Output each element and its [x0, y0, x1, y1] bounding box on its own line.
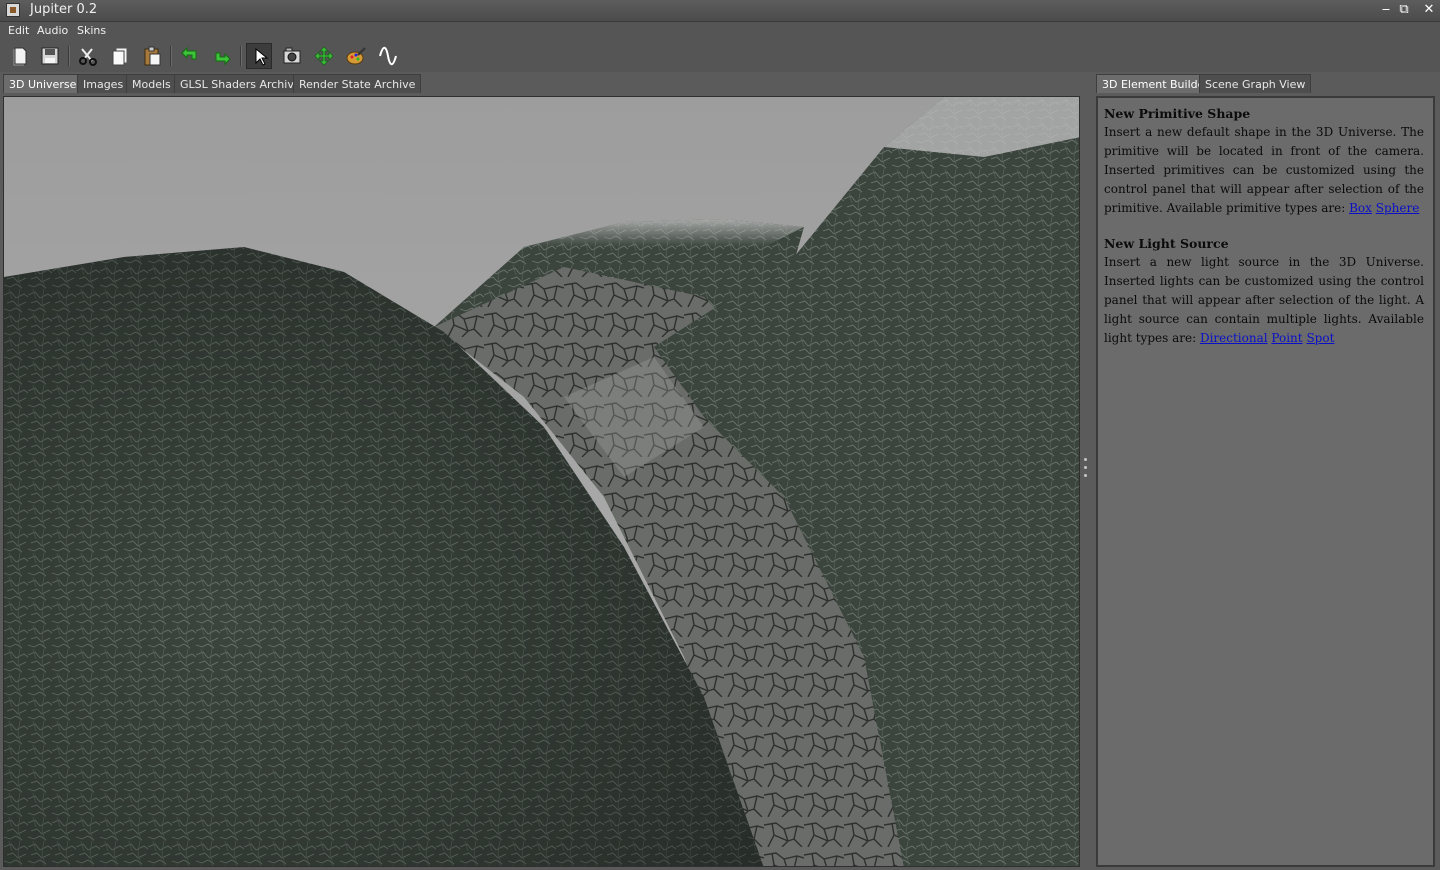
minimize-icon[interactable]: ‒ [1378, 2, 1394, 18]
copy-icon[interactable] [107, 43, 133, 69]
toolbar-separator [68, 46, 70, 66]
undo-icon[interactable] [177, 43, 203, 69]
menu-audio[interactable]: Audio [37, 24, 68, 37]
toolbar-separator [170, 46, 172, 66]
tab-3d-universe[interactable]: 3D Universe [3, 74, 83, 93]
link-sphere[interactable]: Sphere [1376, 201, 1420, 215]
link-spot[interactable]: Spot [1306, 331, 1334, 345]
light-section: New Light Source Insert a new light sour… [1104, 236, 1424, 348]
primitive-section: New Primitive Shape Insert a new default… [1104, 106, 1424, 218]
window-title: Jupiter 0.2 [30, 2, 98, 17]
terrain-render [4, 97, 1079, 866]
tab-render-state-archive[interactable]: Render State Archive [293, 74, 422, 93]
paint-palette-icon[interactable] [343, 43, 369, 69]
link-point[interactable]: Point [1271, 331, 1302, 345]
camera-icon[interactable] [279, 43, 305, 69]
light-section-title: New Light Source [1104, 236, 1229, 251]
app-icon [6, 3, 20, 17]
tab-scene-graph-view[interactable]: Scene Graph View [1199, 74, 1312, 93]
menu-edit[interactable]: Edit [8, 24, 29, 37]
link-box[interactable]: Box [1349, 201, 1372, 215]
close-icon[interactable]: ✕ [1421, 2, 1437, 18]
cut-icon[interactable] [75, 43, 101, 69]
tab-models[interactable]: Models [126, 74, 177, 93]
toolbar [0, 40, 1440, 72]
primitive-section-body: Insert a new default shape in the 3D Uni… [1104, 125, 1424, 215]
menu-bar: Edit Audio Skins [0, 22, 1440, 40]
tab-3d-element-builder[interactable]: 3D Element Builder [1096, 74, 1215, 93]
redo-icon[interactable] [209, 43, 235, 69]
save-icon[interactable] [37, 43, 63, 69]
waveform-icon[interactable] [375, 43, 401, 69]
new-document-icon[interactable] [7, 43, 33, 69]
tab-glsl-shaders-archive[interactable]: GLSL Shaders Archive [174, 74, 307, 93]
paste-icon[interactable] [139, 43, 165, 69]
move-arrows-icon[interactable] [311, 43, 337, 69]
tab-images[interactable]: Images [77, 74, 130, 93]
select-pointer-icon[interactable] [246, 43, 272, 69]
toolbar-separator [240, 46, 242, 66]
3d-viewport[interactable] [3, 96, 1080, 867]
element-builder-panel: New Primitive Shape Insert a new default… [1096, 96, 1435, 867]
light-section-body: Insert a new light source in the 3D Univ… [1104, 255, 1424, 345]
link-directional[interactable]: Directional [1200, 331, 1268, 345]
restore-icon[interactable]: ⧉ [1396, 2, 1412, 18]
menu-skins[interactable]: Skins [77, 24, 106, 37]
splitter-handle[interactable] [1082, 96, 1090, 867]
primitive-section-title: New Primitive Shape [1104, 106, 1251, 121]
title-bar: Jupiter 0.2 ‒ ⧉ ✕ [0, 0, 1440, 22]
